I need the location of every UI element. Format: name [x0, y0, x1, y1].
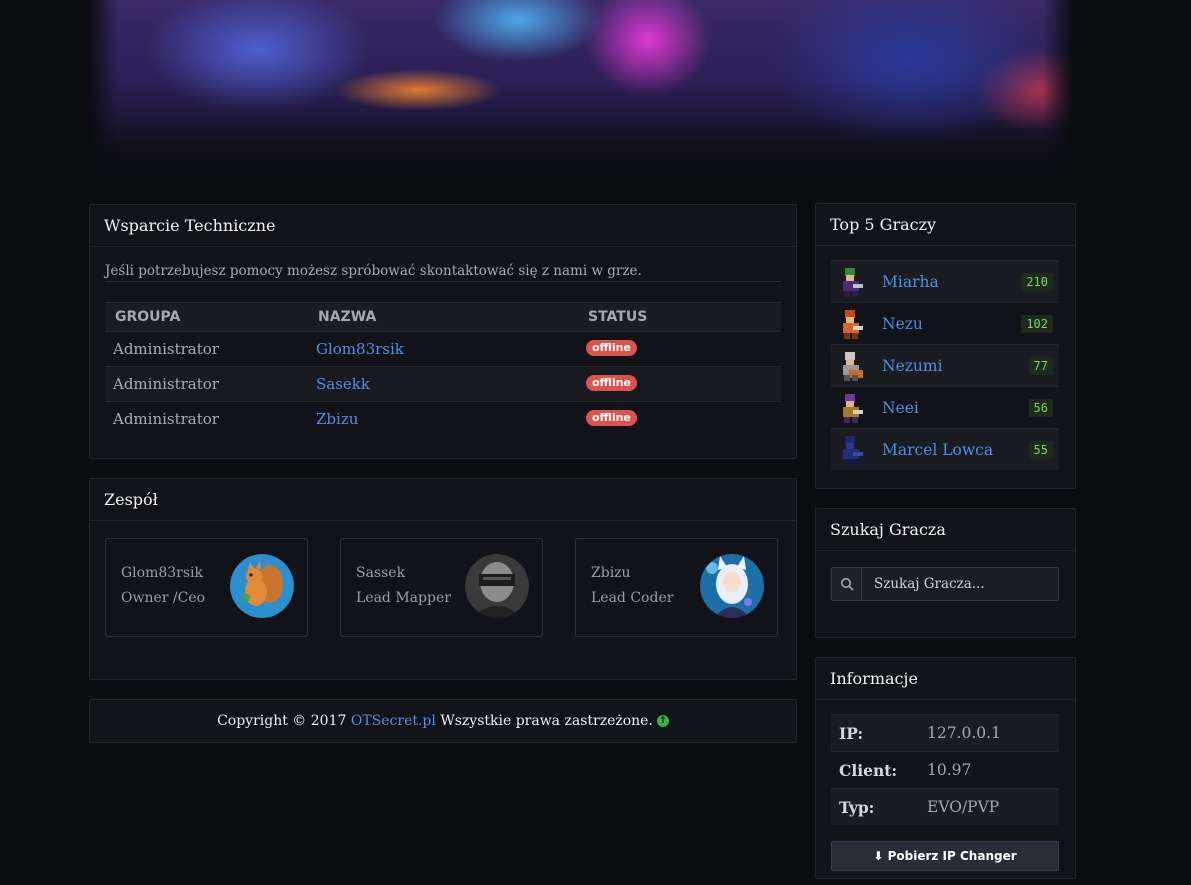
list-item: Nezu 102: [831, 302, 1059, 344]
member-role: Owner /Ceo: [121, 590, 206, 606]
table-row: Administrator Glom83rsik offline: [105, 331, 781, 367]
table-row: IP: 127.0.0.1: [831, 714, 1059, 752]
player-sprite-icon: [843, 351, 863, 381]
player-sprite-icon: [843, 267, 863, 297]
support-table: GROUPA NAZWA STATUS Administrator Glom83…: [105, 302, 781, 436]
member-name: Sassek: [356, 565, 406, 581]
search-player-panel: Szukaj Gracza: [815, 508, 1076, 638]
member-name: Glom83rsik: [121, 565, 204, 581]
player-sprite-icon: [843, 393, 863, 423]
info-value: EVO/PVP: [926, 788, 1059, 825]
server-info-table: IP: 127.0.0.1 Client: 10.97 Typ: EVO/PVP: [831, 714, 1059, 825]
top-players-list: Miarha 210 Nezu 102 Nezumi 77 Neei 56 Ma…: [831, 260, 1059, 470]
copyright-text: Copyright © 2017: [217, 713, 347, 729]
player-level: 56: [1028, 398, 1053, 417]
column-header-group: GROUPA: [105, 302, 308, 332]
anime-girl-avatar: [700, 554, 764, 618]
team-member-card: Sassek Lead Mapper: [340, 538, 543, 637]
column-header-name: NAZWA: [308, 302, 578, 332]
player-level: 55: [1028, 440, 1053, 459]
team-panel-title: Zespół: [90, 479, 796, 521]
table-row: Typ: EVO/PVP: [831, 788, 1059, 825]
support-group: Administrator: [105, 331, 308, 367]
banner-fade: [88, 120, 1073, 180]
support-intro-text: Jeśli potrzebujesz pomocy możesz spróbow…: [105, 261, 781, 282]
search-box: [831, 567, 1059, 601]
status-badge: offline: [586, 374, 637, 391]
support-panel: Wsparcie Techniczne Jeśli potrzebujesz p…: [89, 204, 797, 459]
search-player-title: Szukaj Gracza: [816, 509, 1075, 551]
player-name-link[interactable]: Marcel Lowca: [882, 441, 1029, 459]
team-panel: Zespół Glom83rsik Owner /Ceo Sassek Lead…: [89, 478, 797, 680]
player-name-link[interactable]: Neei: [882, 399, 1029, 417]
top-players-panel: Top 5 Graczy Miarha 210 Nezu 102 Nezumi …: [815, 203, 1076, 489]
list-item: Neei 56: [831, 386, 1059, 428]
support-name-link[interactable]: Glom83rsik: [316, 340, 404, 358]
info-panel: Informacje IP: 127.0.0.1 Client: 10.97 T…: [815, 657, 1076, 879]
player-level: 210: [1021, 272, 1053, 291]
info-key: IP:: [831, 714, 926, 752]
status-badge: offline: [586, 409, 637, 426]
support-panel-title: Wsparcie Techniczne: [90, 205, 796, 247]
top-players-title: Top 5 Graczy: [816, 204, 1075, 246]
player-level: 102: [1021, 314, 1053, 333]
download-icon: ⬇: [873, 849, 884, 863]
column-header-status: STATUS: [578, 302, 781, 332]
info-key: Client:: [831, 751, 926, 789]
search-player-input[interactable]: [862, 568, 1058, 600]
support-name-link[interactable]: Zbizu: [316, 410, 358, 428]
player-name-link[interactable]: Miarha: [882, 273, 1021, 291]
info-value: 10.97: [926, 751, 1059, 789]
team-member-card: Glom83rsik Owner /Ceo: [105, 538, 308, 637]
member-role: Lead Coder: [591, 590, 674, 606]
download-ip-changer-button[interactable]: ⬇ Pobierz IP Changer: [831, 841, 1059, 871]
table-row: Administrator Sasekk offline: [105, 366, 781, 402]
info-key: Typ:: [831, 788, 926, 825]
member-role: Lead Mapper: [356, 590, 451, 606]
member-name: Zbizu: [591, 565, 631, 581]
player-name-link[interactable]: Nezu: [882, 315, 1021, 333]
player-level: 77: [1028, 356, 1053, 375]
support-group: Administrator: [105, 401, 308, 436]
player-name-link[interactable]: Nezumi: [882, 357, 1029, 375]
masked-person-avatar: [465, 554, 529, 618]
status-badge: offline: [586, 339, 637, 356]
scroll-to-top-icon[interactable]: ↑: [656, 715, 669, 727]
list-item: Marcel Lowca 55: [831, 428, 1059, 470]
list-item: Miarha 210: [831, 260, 1059, 302]
player-sprite-icon: [843, 435, 863, 465]
info-panel-title: Informacje: [816, 658, 1075, 700]
info-value: 127.0.0.1: [926, 714, 1059, 752]
support-group: Administrator: [105, 366, 308, 402]
table-row: Client: 10.97: [831, 751, 1059, 789]
list-item: Nezumi 77: [831, 344, 1059, 386]
rights-text: Wszystkie prawa zastrzeżone.: [440, 713, 653, 729]
table-row: Administrator Zbizu offline: [105, 401, 781, 436]
team-member-card: Zbizu Lead Coder: [575, 538, 778, 637]
site-link[interactable]: OTSecret.pl: [351, 713, 436, 729]
squirrel-avatar: [230, 554, 294, 618]
footer: Copyright © 2017 OTSecret.pl Wszystkie p…: [89, 699, 797, 743]
search-icon[interactable]: [832, 568, 862, 600]
support-name-link[interactable]: Sasekk: [316, 375, 370, 393]
download-button-label: Pobierz IP Changer: [887, 849, 1017, 863]
player-sprite-icon: [843, 309, 863, 339]
